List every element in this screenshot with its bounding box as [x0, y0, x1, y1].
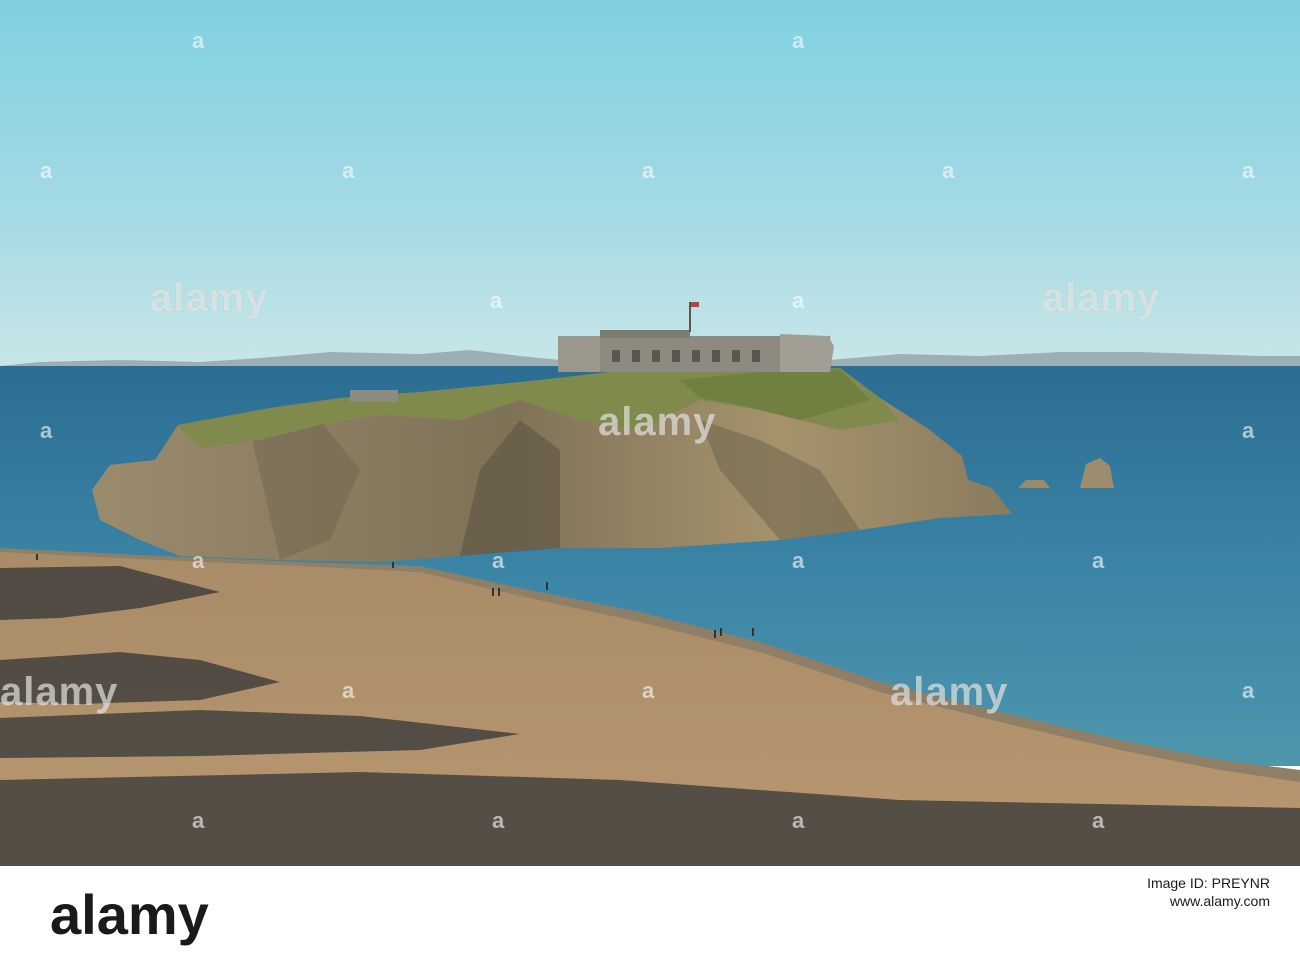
fort-tower	[558, 336, 600, 372]
photograph	[0, 0, 1300, 866]
site-url: www.alamy.com	[1169, 893, 1270, 909]
small-hut	[350, 390, 398, 402]
flag	[691, 302, 699, 307]
footer-bar: alamy Image ID: PREYNR www.alamy.com	[0, 866, 1300, 956]
image-id-block: Image ID: PREYNR www.alamy.com	[1147, 874, 1270, 910]
brand-logo: alamy	[50, 883, 209, 946]
sky	[0, 0, 1300, 370]
fort-bastion	[780, 334, 834, 372]
fort-roof	[600, 330, 690, 338]
image-id-label: Image ID: PREYNR	[1147, 875, 1270, 891]
